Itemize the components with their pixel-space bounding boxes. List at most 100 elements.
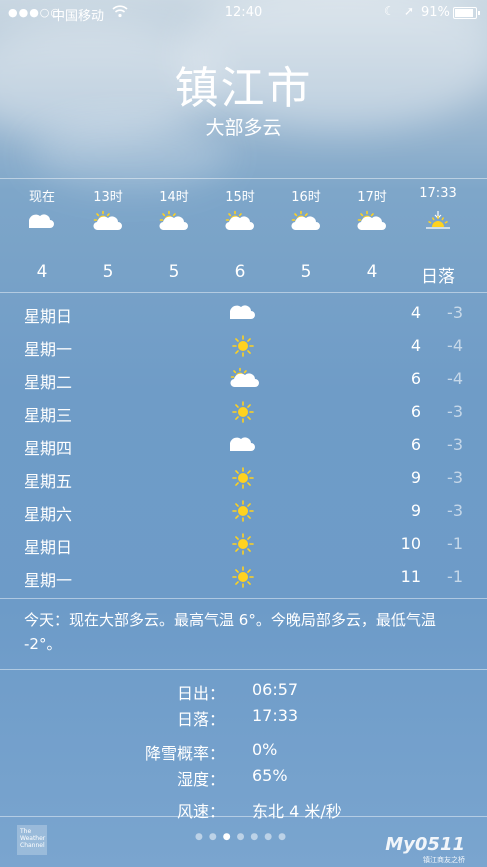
low-temperature: -4 [447, 336, 463, 355]
day-name: 星期一 [24, 340, 73, 359]
hourly-item: 13时 5 [75, 186, 141, 282]
hourly-item: 17时 4 [339, 186, 405, 282]
divider [0, 292, 487, 293]
detail-label: 风速： [176, 802, 225, 821]
hour-label: 现在 [28, 190, 55, 205]
divider [0, 669, 487, 670]
day-name: 星期日 [24, 538, 73, 557]
page-dot[interactable]: ● [237, 832, 251, 842]
do-not-disturb-icon: ☾ [384, 4, 395, 18]
detail-value: 0% [252, 740, 278, 759]
page-dot[interactable]: ● [250, 832, 264, 842]
high-temperature: 6 [410, 435, 421, 454]
page-dot[interactable]: ● [264, 832, 278, 842]
daily-row: 星期一 11 -1 [0, 561, 487, 594]
low-temperature: -3 [447, 303, 463, 322]
sun-icon [230, 565, 256, 589]
high-temperature: 9 [410, 468, 421, 487]
day-name: 星期二 [24, 373, 73, 392]
sun-cloud-icon [339, 204, 405, 250]
day-name: 星期日 [24, 307, 73, 326]
hour-temperature: 6 [234, 262, 246, 282]
high-temperature: 4 [410, 303, 421, 322]
hourly-item: 16时 5 [273, 186, 339, 282]
daily-row: 星期日 10 -1 [0, 528, 487, 561]
daily-row: 星期日 4 -3 [0, 297, 487, 330]
daily-row: 星期六 9 -3 [0, 495, 487, 528]
low-temperature: -3 [447, 402, 463, 421]
hour-temperature: 日落 [421, 267, 455, 287]
page-dot[interactable]: ● [223, 832, 237, 842]
sun-icon [230, 532, 256, 556]
daily-row: 星期四 6 -3 [0, 429, 487, 462]
detail-label: 日落： [176, 710, 225, 729]
detail-value: 65% [252, 766, 288, 785]
watermark: My0511 镇江商友之桥 [385, 834, 465, 864]
page-dot[interactable]: ● [278, 832, 292, 842]
hour-temperature: 5 [300, 262, 312, 282]
hour-label: 15时 [225, 190, 255, 205]
high-temperature: 6 [410, 369, 421, 388]
sun-cloud-icon [207, 204, 273, 250]
battery-percent: 91% [421, 5, 450, 20]
high-temperature: 6 [410, 402, 421, 421]
sun-icon [230, 499, 256, 523]
sun-cloud-icon [230, 367, 259, 391]
today-summary: 今天：现在大部多云。最高气温 6°。今晚局部多云，最低气温 -2°。 [24, 611, 436, 653]
page-dot[interactable]: ● [209, 832, 223, 842]
daily-row: 星期三 6 -3 [0, 396, 487, 429]
day-name: 星期三 [24, 406, 73, 425]
low-temperature: -4 [447, 369, 463, 388]
high-temperature: 4 [410, 336, 421, 355]
low-temperature: -1 [447, 534, 463, 553]
page-dot[interactable]: ● [195, 832, 209, 842]
high-temperature: 11 [400, 567, 421, 586]
sun-icon [230, 334, 256, 358]
divider [0, 598, 487, 599]
hour-temperature: 4 [366, 262, 378, 282]
city-name: 镇江市 [174, 63, 313, 114]
detail-value: 06:57 [252, 680, 299, 699]
hourly-item: 现在 4 [9, 186, 75, 282]
detail-label: 日出： [176, 684, 225, 703]
detail-value: 17:33 [252, 706, 299, 725]
high-temperature: 10 [400, 534, 421, 553]
cloud-icon [9, 204, 75, 250]
cloud-icon [226, 301, 256, 325]
sun-cloud-icon [75, 204, 141, 250]
daily-row: 星期一 4 -4 [0, 330, 487, 363]
hour-label: 13时 [93, 190, 123, 205]
hour-label: 14时 [159, 190, 189, 205]
battery-icon [453, 7, 480, 19]
status-bar: ●●●○○ 中国移动 12:40 ☾ ➚ 91% [0, 0, 487, 26]
location-arrow-icon: ➚ [404, 4, 415, 18]
hour-label: 17时 [357, 190, 387, 205]
daily-row: 星期二 6 -4 [0, 363, 487, 396]
detail-value: 东北 4 米/秒 [252, 802, 342, 821]
low-temperature: -1 [447, 567, 463, 586]
hour-label: 17:33 [419, 186, 457, 201]
day-name: 星期四 [24, 439, 73, 458]
high-temperature: 9 [410, 501, 421, 520]
daily-row: 星期五 9 -3 [0, 462, 487, 495]
hourly-item: 15时 6 [207, 186, 273, 282]
day-name: 星期一 [24, 571, 73, 590]
hour-temperature: 5 [168, 262, 180, 282]
hour-label: 16时 [291, 190, 321, 205]
sun-icon [230, 400, 256, 424]
detail-label: 降雪概率： [144, 744, 225, 763]
low-temperature: -3 [447, 501, 463, 520]
hourly-item: 14时 5 [141, 186, 207, 282]
hourly-item: 17:33 日落 [405, 186, 471, 287]
sun-icon [230, 466, 256, 490]
sun-cloud-icon [141, 204, 207, 250]
detail-label: 湿度： [176, 770, 225, 789]
divider [0, 816, 487, 817]
current-condition: 大部多云 [205, 117, 282, 139]
cloud-icon [226, 433, 256, 457]
sunset-icon [405, 204, 471, 250]
day-name: 星期六 [24, 505, 73, 524]
day-name: 星期五 [24, 472, 73, 491]
divider [0, 178, 487, 179]
hour-temperature: 4 [36, 262, 48, 282]
